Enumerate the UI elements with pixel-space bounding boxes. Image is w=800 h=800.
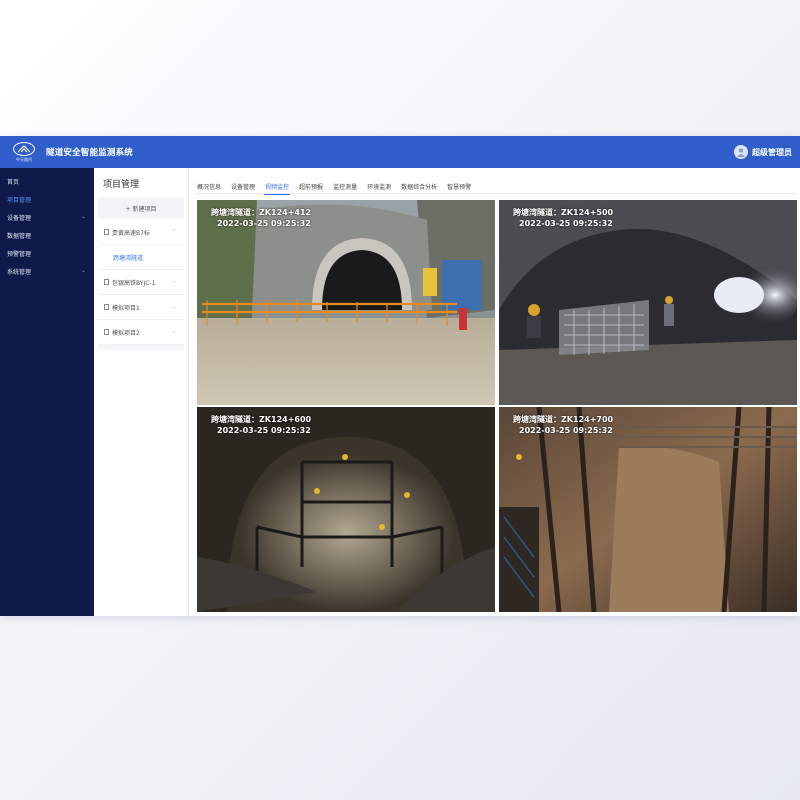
document-icon <box>104 304 109 310</box>
tab-warning[interactable]: 智慧预警 <box>446 178 480 194</box>
project-panel: 项目管理 + 新建项目 贵黄高速B7标 ^ 跨塘湾隧道 包银高铁BYJC-1 ⌄… <box>94 168 189 616</box>
document-icon <box>104 229 109 235</box>
project-list: 贵黄高速B7标 ^ 跨塘湾隧道 包银高铁BYJC-1 ⌄ 模拟项目1 ⌄ 模拟项… <box>98 220 184 350</box>
sidebar-item-label: 数据管理 <box>7 232 32 240</box>
sidebar: 首页 项目管理 设备管理 ⌄ 数据管理 预警管理 系统管理 ⌄ <box>0 168 94 616</box>
camera-image <box>197 407 495 612</box>
sidebar-item-label: 首页 <box>7 178 20 186</box>
company-logo: 中天路桥 <box>0 136 48 168</box>
chevron-down-icon: ⌄ <box>171 279 176 285</box>
project-item[interactable]: 包银高铁BYJC-1 ⌄ <box>98 270 184 295</box>
tab-analysis[interactable]: 数据综合分析 <box>400 178 446 194</box>
camera-label: 跨塘湾隧道：ZK124+412 2022-03-25 09:25:32 <box>211 207 311 229</box>
tab-environment[interactable]: 环境监测 <box>366 178 400 194</box>
sidebar-item-home[interactable]: 首页 <box>0 172 94 190</box>
chevron-down-icon: ⌄ <box>171 304 176 310</box>
project-item[interactable]: 贵黄高速B7标 ^ <box>98 220 184 245</box>
chevron-down-icon: ⌄ <box>171 329 176 335</box>
sidebar-item-label: 设备管理 <box>7 214 32 222</box>
user-name[interactable]: 超级管理员 <box>752 147 792 158</box>
camera-feed-4[interactable]: 跨塘湾隧道：ZK124+700 2022-03-25 09:25:32 <box>499 407 797 612</box>
camera-location: 跨塘湾隧道：ZK124+412 <box>211 208 312 217</box>
chevron-down-icon: ⌄ <box>80 267 86 274</box>
top-bar: 中天路桥 隧道安全智能监测系统 超级管理员 <box>0 136 800 168</box>
tab-overview[interactable]: 概况信息 <box>196 178 230 194</box>
camera-image <box>197 200 495 405</box>
tab-devices[interactable]: 设备管理 <box>230 178 264 194</box>
project-subitem[interactable]: 跨塘湾隧道 <box>98 245 184 270</box>
project-item[interactable]: 模拟项目1 ⌄ <box>98 295 184 320</box>
document-icon <box>104 279 109 285</box>
app-window: 中天路桥 隧道安全智能监测系统 超级管理员 首页 项目管理 设备管理 ⌄ 数据管理… <box>0 136 800 616</box>
user-menu[interactable]: 超级管理员 <box>734 136 792 168</box>
document-icon <box>104 329 109 335</box>
sidebar-item-projects[interactable]: 项目管理 <box>0 190 94 208</box>
camera-timestamp: 2022-03-25 09:25:32 <box>519 426 613 435</box>
chevron-up-icon: ^ <box>171 229 176 235</box>
camera-timestamp: 2022-03-25 09:25:32 <box>217 219 311 228</box>
camera-label: 跨塘湾隧道：ZK124+600 2022-03-25 09:25:32 <box>211 414 311 436</box>
camera-feed-3[interactable]: 跨塘湾隧道：ZK124+600 2022-03-25 09:25:32 <box>197 407 495 612</box>
project-item[interactable]: 模拟项目2 ⌄ <box>98 320 184 345</box>
panel-title: 项目管理 <box>103 180 140 190</box>
camera-image <box>499 407 797 612</box>
video-grid: 跨塘湾隧道：ZK124+412 2022-03-25 09:25:32 跨塘湾隧… <box>197 200 799 612</box>
camera-feed-1[interactable]: 跨塘湾隧道：ZK124+412 2022-03-25 09:25:32 <box>197 200 495 405</box>
tab-video[interactable]: 视频监控 <box>264 178 298 195</box>
camera-timestamp: 2022-03-25 09:25:32 <box>519 219 613 228</box>
tab-forecast[interactable]: 超前预报 <box>298 178 332 194</box>
logo-icon <box>13 141 35 156</box>
sidebar-item-data[interactable]: 数据管理 <box>0 226 94 244</box>
new-project-button[interactable]: + 新建项目 <box>98 198 184 218</box>
sidebar-item-label: 系统管理 <box>7 268 32 276</box>
camera-feed-2[interactable]: 跨塘湾隧道：ZK124+500 2022-03-25 09:25:32 <box>499 200 797 405</box>
user-icon <box>737 148 745 157</box>
sidebar-item-label: 预警管理 <box>7 250 32 258</box>
logo-caption: 中天路桥 <box>16 156 32 162</box>
chevron-down-icon: ⌄ <box>80 213 86 220</box>
project-label: 模拟项目2 <box>112 329 140 337</box>
tab-bar: 概况信息 设备管理 视频监控 超前预报 监控测量 环境监测 数据综合分析 智慧预… <box>196 178 796 195</box>
project-label: 包银高铁BYJC-1 <box>112 279 156 287</box>
sidebar-item-label: 项目管理 <box>7 196 32 204</box>
avatar[interactable] <box>734 145 748 159</box>
camera-location: 跨塘湾隧道：ZK124+600 <box>211 415 312 424</box>
tab-measurement[interactable]: 监控测量 <box>332 178 366 194</box>
sidebar-item-alerts[interactable]: 预警管理 <box>0 244 94 262</box>
camera-label: 跨塘湾隧道：ZK124+500 2022-03-25 09:25:32 <box>513 207 613 229</box>
sidebar-item-devices[interactable]: 设备管理 ⌄ <box>0 208 94 226</box>
project-label: 模拟项目1 <box>112 304 140 312</box>
system-title: 隧道安全智能监测系统 <box>46 148 134 158</box>
sidebar-item-system[interactable]: 系统管理 ⌄ <box>0 262 94 280</box>
camera-label: 跨塘湾隧道：ZK124+700 2022-03-25 09:25:32 <box>513 414 613 436</box>
camera-location: 跨塘湾隧道：ZK124+700 <box>513 415 614 424</box>
project-label: 贵黄高速B7标 <box>112 229 150 237</box>
camera-image <box>499 200 797 405</box>
camera-location: 跨塘湾隧道：ZK124+500 <box>513 208 614 217</box>
camera-timestamp: 2022-03-25 09:25:32 <box>217 426 311 435</box>
